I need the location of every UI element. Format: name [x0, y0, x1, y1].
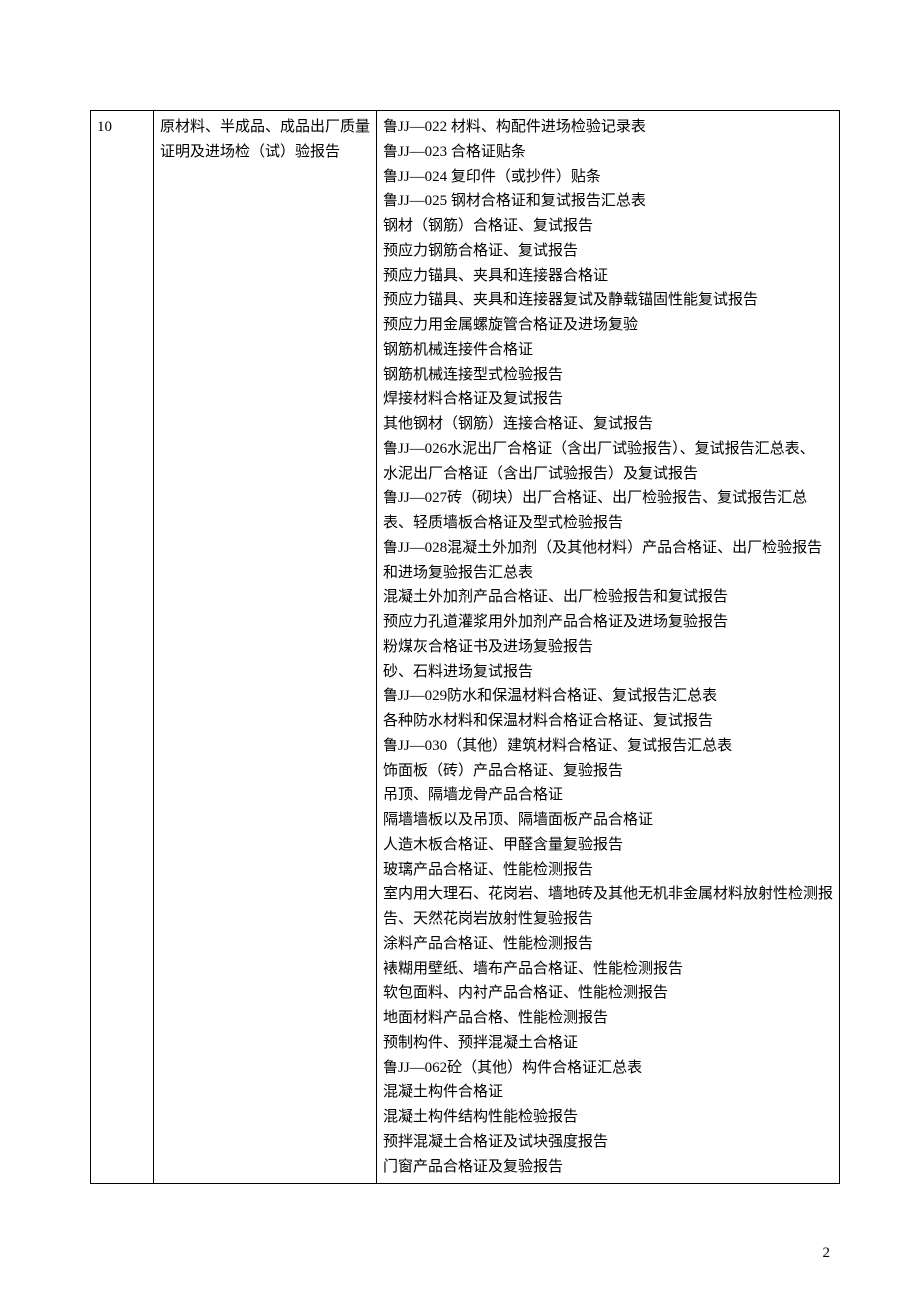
list-item: 预应力锚具、夹具和连接器合格证	[383, 264, 833, 289]
list-item: 预应力用金属螺旋管合格证及进场复验	[383, 313, 833, 338]
materials-table: 10 原材料、半成品、成品出厂质量证明及进场检（试）验报告 鲁JJ—022 材料…	[90, 110, 840, 1184]
list-item: 其他钢材（钢筋）连接合格证、复试报告	[383, 412, 833, 437]
list-item: 饰面板（砖）产品合格证、复验报告	[383, 759, 833, 784]
list-item: 混凝土构件合格证	[383, 1080, 833, 1105]
row-items-cell: 鲁JJ—022 材料、构配件进场检验记录表鲁JJ—023 合格证贴条鲁JJ—02…	[377, 111, 840, 1184]
list-item: 鲁JJ—022 材料、构配件进场检验记录表	[383, 115, 833, 140]
list-item: 鲁JJ—062砼（其他）构件合格证汇总表	[383, 1056, 833, 1081]
row-description: 原材料、半成品、成品出厂质量证明及进场检（试）验报告	[160, 119, 370, 160]
list-item: 室内用大理石、花岗岩、墙地砖及其他无机非金属材料放射性检测报告、天然花岗岩放射性…	[383, 882, 833, 932]
items-container: 鲁JJ—022 材料、构配件进场检验记录表鲁JJ—023 合格证贴条鲁JJ—02…	[383, 115, 833, 1179]
list-item: 裱糊用壁纸、墙布产品合格证、性能检测报告	[383, 957, 833, 982]
list-item: 混凝土外加剂产品合格证、出厂检验报告和复试报告	[383, 585, 833, 610]
list-item: 人造木板合格证、甲醛含量复验报告	[383, 833, 833, 858]
list-item: 钢材（钢筋）合格证、复试报告	[383, 214, 833, 239]
list-item: 水泥出厂合格证（含出厂试验报告）及复试报告	[383, 462, 833, 487]
list-item: 预应力锚具、夹具和连接器复试及静载锚固性能复试报告	[383, 288, 833, 313]
row-number: 10	[97, 119, 112, 135]
table-row: 10 原材料、半成品、成品出厂质量证明及进场检（试）验报告 鲁JJ—022 材料…	[91, 111, 840, 1184]
list-item: 玻璃产品合格证、性能检测报告	[383, 858, 833, 883]
list-item: 钢筋机械连接件合格证	[383, 338, 833, 363]
list-item: 隔墙墙板以及吊顶、隔墙面板产品合格证	[383, 808, 833, 833]
list-item: 鲁JJ—024 复印件（或抄件）贴条	[383, 165, 833, 190]
list-item: 吊顶、隔墙龙骨产品合格证	[383, 783, 833, 808]
row-number-cell: 10	[91, 111, 154, 1184]
list-item: 预拌混凝土合格证及试块强度报告	[383, 1130, 833, 1155]
list-item: 鲁JJ—029防水和保温材料合格证、复试报告汇总表	[383, 684, 833, 709]
list-item: 软包面料、内衬产品合格证、性能检测报告	[383, 981, 833, 1006]
list-item: 粉煤灰合格证书及进场复验报告	[383, 635, 833, 660]
list-item: 鲁JJ—028混凝土外加剂（及其他材料）产品合格证、出厂检验报告和进场复验报告汇…	[383, 536, 833, 586]
list-item: 门窗产品合格证及复验报告	[383, 1155, 833, 1180]
list-item: 预制构件、预拌混凝土合格证	[383, 1031, 833, 1056]
document-page: 10 原材料、半成品、成品出厂质量证明及进场检（试）验报告 鲁JJ—022 材料…	[0, 0, 920, 1302]
list-item: 鲁JJ—027砖（砌块）出厂合格证、出厂检验报告、复试报告汇总表、轻质墙板合格证…	[383, 486, 833, 536]
list-item: 鲁JJ—025 钢材合格证和复试报告汇总表	[383, 189, 833, 214]
list-item: 地面材料产品合格、性能检测报告	[383, 1006, 833, 1031]
list-item: 各种防水材料和保温材料合格证合格证、复试报告	[383, 709, 833, 734]
list-item: 预应力钢筋合格证、复试报告	[383, 239, 833, 264]
list-item: 焊接材料合格证及复试报告	[383, 387, 833, 412]
list-item: 混凝土构件结构性能检验报告	[383, 1105, 833, 1130]
row-description-cell: 原材料、半成品、成品出厂质量证明及进场检（试）验报告	[154, 111, 377, 1184]
list-item: 钢筋机械连接型式检验报告	[383, 363, 833, 388]
list-item: 鲁JJ—023 合格证贴条	[383, 140, 833, 165]
list-item: 涂料产品合格证、性能检测报告	[383, 932, 833, 957]
list-item: 鲁JJ—026水泥出厂合格证（含出厂试验报告）、复试报告汇总表、	[383, 437, 833, 462]
page-number: 2	[823, 1245, 831, 1262]
list-item: 鲁JJ—030（其他）建筑材料合格证、复试报告汇总表	[383, 734, 833, 759]
list-item: 预应力孔道灌浆用外加剂产品合格证及进场复验报告	[383, 610, 833, 635]
list-item: 砂、石料进场复试报告	[383, 660, 833, 685]
